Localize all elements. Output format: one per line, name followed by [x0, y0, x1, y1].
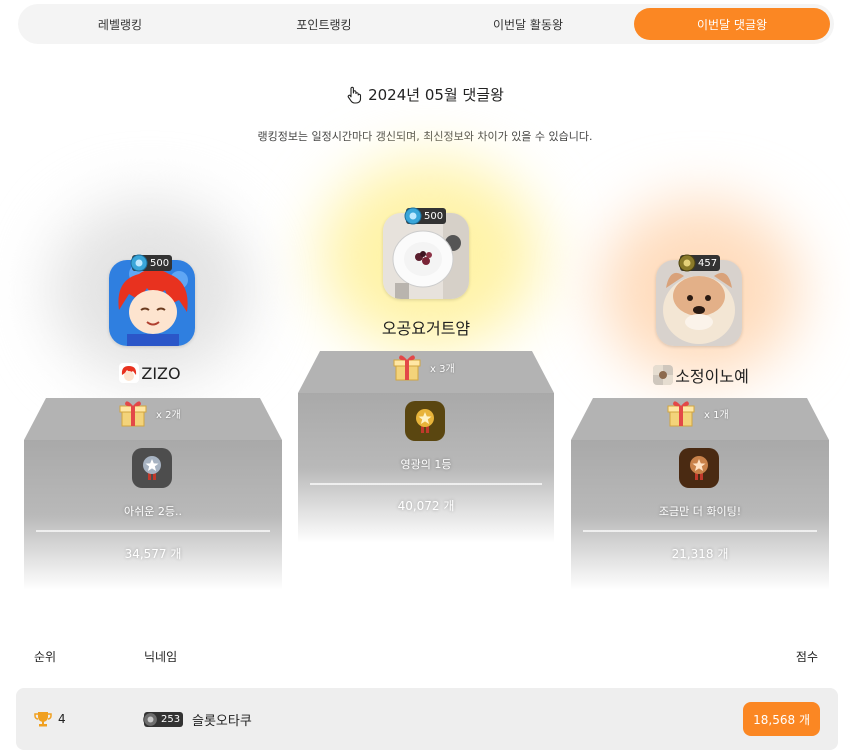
level-gem-icon [130, 254, 148, 272]
column-header-rank: 순위 [34, 650, 57, 664]
gift-box-icon [119, 401, 147, 427]
medal-text: 영광의 1등 [400, 458, 452, 471]
ranking-tabs: 레벨랭킹 포인트랭킹 이번달 활동왕 이번달 댓글왕 [18, 4, 834, 44]
ranking-notice: 랭킹정보는 일정시간마다 갱신되며, 최신정보와 차이가 있을 수 있습니다. [257, 130, 593, 143]
gift-box-icon [393, 355, 421, 381]
nickname[interactable]: ZIZO [90, 363, 210, 383]
podium-divider [36, 530, 270, 532]
gift-count: x 2개 [118, 398, 181, 428]
gift-count: x 1개 [666, 398, 729, 428]
avatar[interactable] [383, 213, 469, 299]
level-gem-icon [678, 254, 696, 272]
medal-icon [132, 448, 172, 488]
tab-monthly-activity[interactable]: 이번달 활동왕 [430, 8, 626, 40]
nickname-avatar-icon [119, 363, 140, 383]
page-title: 2024년 05월 댓글왕 [0, 84, 850, 105]
medal-icon [405, 401, 445, 441]
podium-divider [583, 530, 817, 532]
podium-score: 21,318 개 [671, 547, 729, 561]
trophy-icon [34, 712, 52, 727]
level-badge: 500 [130, 254, 173, 272]
level-badge: 500 [404, 207, 447, 225]
tab-monthly-comment[interactable]: 이번달 댓글왕 [634, 8, 830, 40]
avatar[interactable] [656, 260, 742, 346]
level-gem-icon [143, 712, 158, 727]
podium-score: 34,577 개 [124, 547, 182, 561]
level-badge: 253 [143, 712, 184, 727]
table-row[interactable]: 4 253 슬롯오타쿠 18,568 개 [16, 688, 838, 750]
column-header-nickname: 닉네임 [144, 650, 178, 664]
nickname[interactable]: 오공요거트얌 [346, 315, 506, 339]
column-header-score: 점수 [795, 650, 818, 664]
gift-count: x 3개 [392, 352, 455, 382]
avatar[interactable] [109, 260, 195, 346]
pointing-hand-icon [347, 86, 362, 104]
tab-level-ranking[interactable]: 레벨랭킹 [22, 8, 218, 40]
medal-icon [679, 448, 719, 488]
nickname[interactable]: 소정이노예 [636, 363, 766, 387]
title-text: 2024년 05월 댓글왕 [368, 86, 504, 104]
medal-text: 아쉬운 2등.. [124, 505, 182, 518]
row-score-badge: 18,568 개 [743, 702, 820, 736]
row-nickname[interactable]: 슬롯오타쿠 [192, 710, 252, 729]
podium-divider [310, 483, 542, 485]
medal-text: 조금만 더 화이팅! [658, 505, 742, 518]
gift-box-icon [667, 401, 695, 427]
tab-point-ranking[interactable]: 포인트랭킹 [226, 8, 422, 40]
rank-number: 4 [58, 712, 66, 726]
level-gem-icon [404, 207, 422, 225]
level-badge: 457 [678, 254, 721, 272]
nickname-avatar-icon [653, 365, 674, 385]
podium-score: 40,072 개 [397, 499, 455, 513]
